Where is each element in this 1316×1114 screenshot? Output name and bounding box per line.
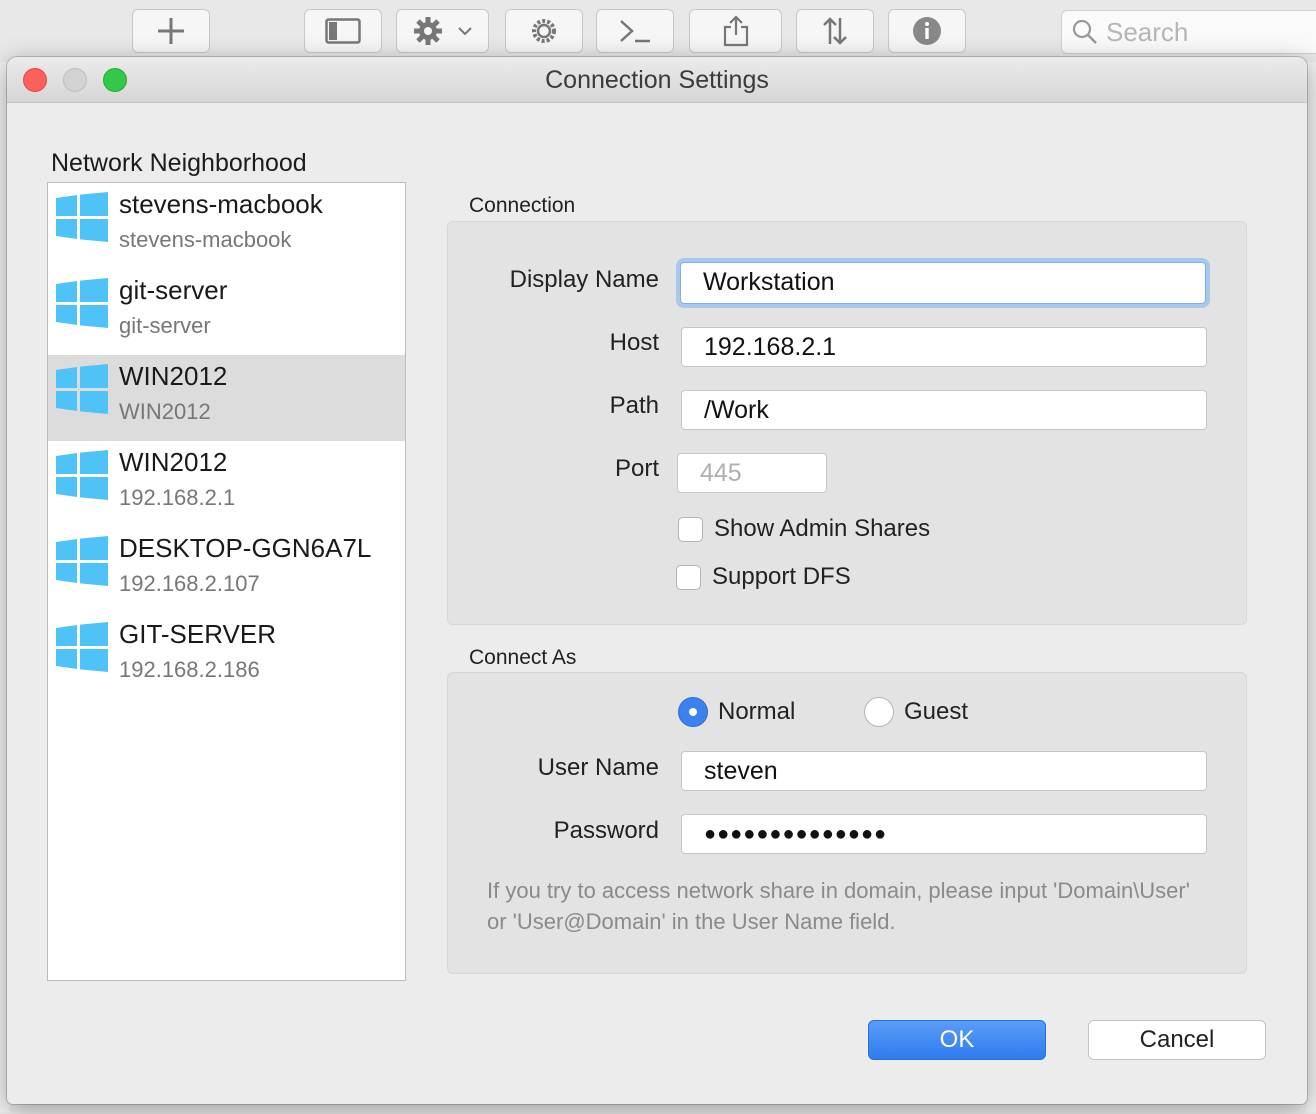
windows-logo-icon: [56, 192, 108, 242]
connect-as-group-label: Connect As: [469, 646, 577, 669]
host-label: Host: [609, 329, 659, 356]
windows-logo-icon: [56, 364, 108, 414]
share-icon: [723, 15, 748, 47]
action-menu-button[interactable]: [396, 9, 489, 53]
support-dfs-label[interactable]: Support DFS: [712, 563, 851, 591]
normal-radio[interactable]: [678, 697, 708, 727]
user-name-label: User Name: [537, 754, 659, 781]
background-app-edge-right: [1306, 62, 1316, 1112]
password-field[interactable]: ●●●●●●●●●●●●●●: [681, 814, 1207, 854]
list-item[interactable]: WIN2012 192.168.2.1: [48, 441, 405, 527]
host-name: DESKTOP-GGN6A7L: [119, 533, 372, 563]
path-field[interactable]: /Work: [681, 390, 1207, 430]
search-icon: [1072, 19, 1097, 44]
cog-icon: [532, 19, 556, 43]
host-address: 192.168.2.107: [119, 571, 260, 596]
settings-button[interactable]: [505, 9, 583, 53]
host-address: 192.168.2.186: [119, 657, 260, 682]
host-name: WIN2012: [119, 361, 228, 391]
app-toolbar: Search: [0, 0, 1316, 62]
windows-logo-icon: [56, 622, 108, 672]
guest-radio[interactable]: [864, 697, 894, 727]
plus-icon: [158, 18, 184, 44]
host-address: WIN2012: [119, 399, 211, 424]
sort-arrows-icon: [823, 17, 847, 45]
host-name: stevens-macbook: [119, 189, 323, 219]
host-name: git-server: [119, 275, 228, 305]
password-label: Password: [553, 817, 659, 844]
sidebar-toggle-button[interactable]: [304, 9, 382, 53]
path-label: Path: [609, 392, 659, 419]
windows-logo-icon: [56, 278, 108, 328]
connection-settings-dialog: Connection Settings Network Neighborhood…: [7, 57, 1307, 1104]
list-item[interactable]: DESKTOP-GGN6A7L 192.168.2.107: [48, 527, 405, 613]
terminal-icon: [620, 20, 650, 43]
host-name: WIN2012: [119, 447, 228, 477]
list-item[interactable]: GIT-SERVER 192.168.2.186: [48, 613, 405, 699]
gear-icon: [413, 17, 442, 45]
show-admin-shares-label[interactable]: Show Admin Shares: [714, 515, 930, 543]
title-bar: Connection Settings: [7, 57, 1307, 103]
list-item[interactable]: stevens-macbook stevens-macbook: [48, 183, 405, 269]
search-placeholder: Search: [1106, 16, 1189, 47]
user-name-field[interactable]: steven: [681, 751, 1207, 791]
list-item[interactable]: git-server git-server: [48, 269, 405, 355]
ok-button[interactable]: OK: [868, 1020, 1046, 1060]
host-field[interactable]: 192.168.2.1: [681, 327, 1207, 367]
chevron-down-icon: [457, 27, 472, 36]
host-address: 192.168.2.1: [119, 485, 236, 510]
network-neighborhood-label: Network Neighborhood: [51, 149, 307, 177]
display-name-label: Display Name: [509, 266, 659, 293]
port-field[interactable]: 445: [677, 453, 827, 493]
connection-group: Display Name Workstation Host 192.168.2.…: [447, 221, 1247, 625]
port-label: Port: [614, 455, 659, 482]
info-icon: [913, 17, 941, 45]
search-field[interactable]: Search: [1061, 10, 1316, 54]
terminal-button[interactable]: [596, 9, 674, 53]
support-dfs-checkbox[interactable]: [676, 565, 701, 590]
windows-logo-icon: [56, 450, 108, 500]
host-name: GIT-SERVER: [119, 619, 277, 649]
sort-button[interactable]: [796, 9, 874, 53]
host-address: git-server: [119, 313, 211, 338]
connection-group-label: Connection: [469, 194, 576, 217]
windows-logo-icon: [56, 536, 108, 586]
cancel-button[interactable]: Cancel: [1088, 1020, 1266, 1060]
list-item-selected[interactable]: WIN2012 WIN2012: [48, 355, 405, 441]
add-button[interactable]: [132, 9, 210, 53]
normal-radio-label[interactable]: Normal: [718, 698, 795, 726]
network-neighborhood-list[interactable]: stevens-macbook stevens-macbook git-serv…: [47, 182, 406, 981]
host-address: stevens-macbook: [119, 227, 292, 252]
display-name-field[interactable]: Workstation: [680, 262, 1206, 304]
info-button[interactable]: [888, 9, 966, 53]
share-button[interactable]: [689, 9, 782, 53]
domain-hint-text: If you try to access network share in do…: [487, 878, 1190, 934]
dialog-title: Connection Settings: [545, 66, 769, 94]
guest-radio-label[interactable]: Guest: [904, 698, 968, 726]
show-admin-shares-checkbox[interactable]: [678, 517, 703, 542]
sidebar-icon: [325, 18, 361, 44]
